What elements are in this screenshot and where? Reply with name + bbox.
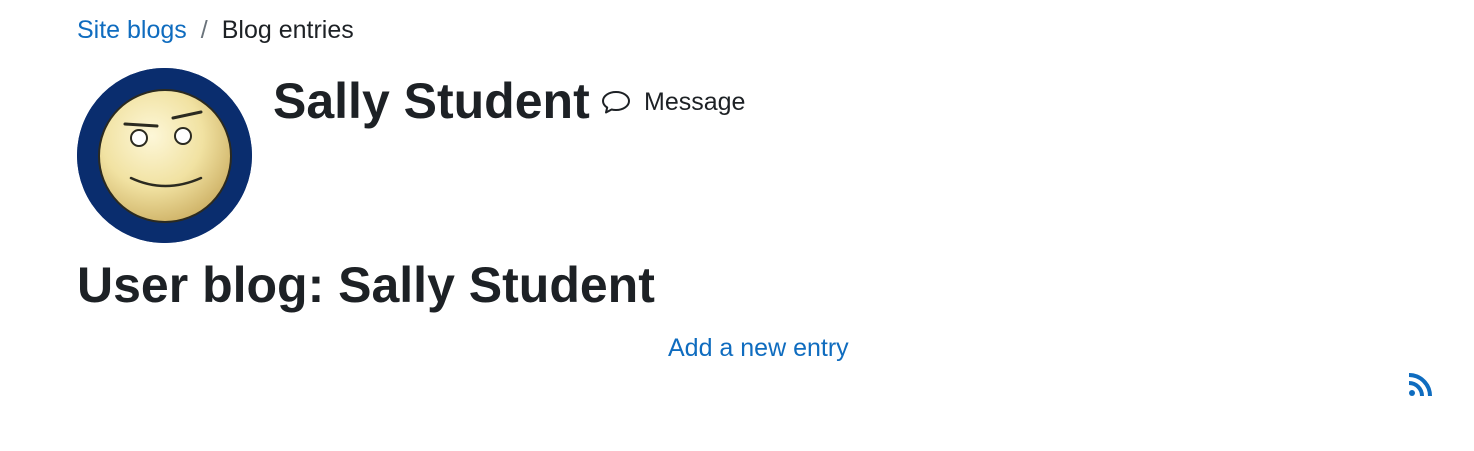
- page-title: User blog: Sally Student: [77, 257, 655, 313]
- message-label: Message: [644, 88, 746, 116]
- speech-bubble-icon: [601, 89, 631, 115]
- breadcrumb-site-blogs[interactable]: Site blogs: [77, 14, 187, 46]
- blog-page: Site blogs / Blog entries Sally Student …: [0, 0, 1474, 451]
- breadcrumb: Site blogs / Blog entries: [77, 14, 354, 46]
- rss-icon[interactable]: [1408, 373, 1432, 397]
- message-button[interactable]: Message: [601, 86, 745, 118]
- smiley-avatar-icon: [77, 68, 252, 243]
- breadcrumb-separator: /: [200, 16, 208, 44]
- user-full-name: Sally Student: [273, 73, 590, 129]
- breadcrumb-blog-entries: Blog entries: [221, 16, 354, 44]
- add-new-entry-link[interactable]: Add a new entry: [668, 332, 849, 364]
- avatar[interactable]: [77, 68, 252, 243]
